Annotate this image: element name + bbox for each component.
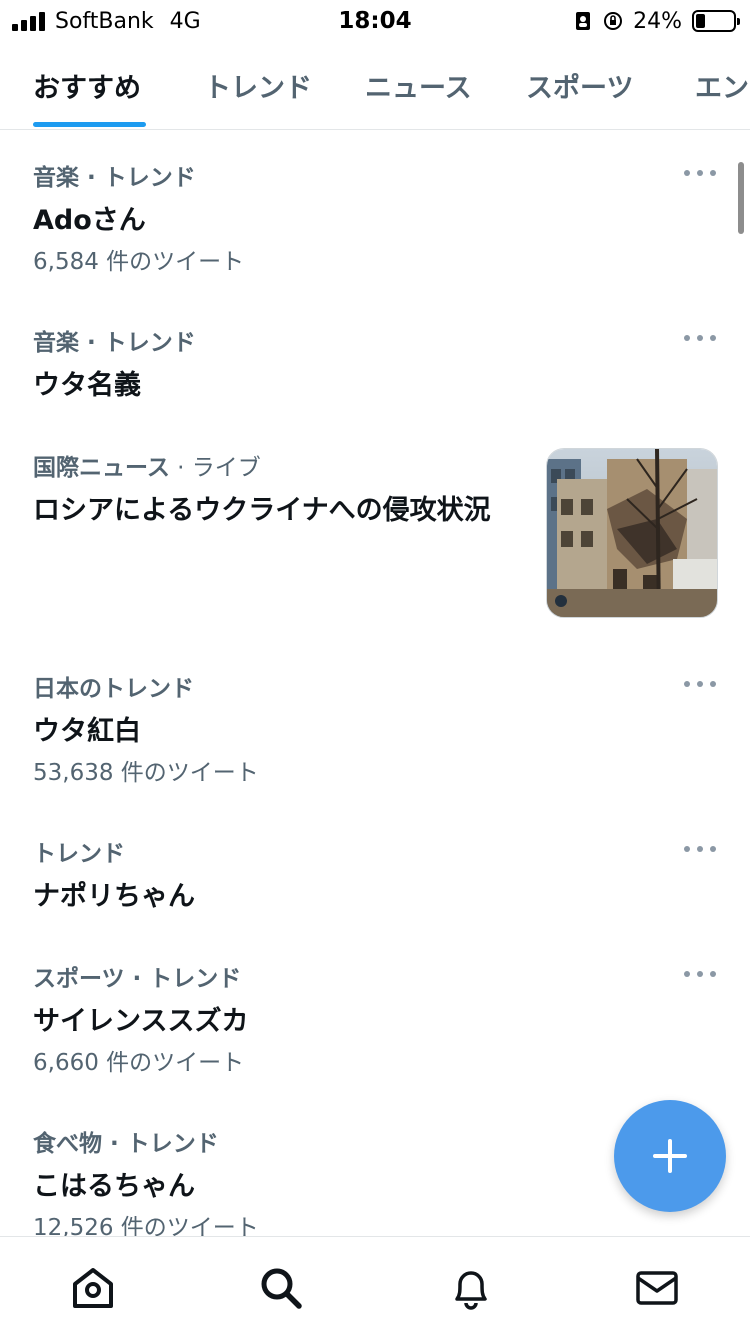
tab-sports[interactable]: スポーツ [526,66,633,105]
scroll-indicator[interactable] [738,162,744,234]
trend-category: 音楽 · トレンド [33,330,196,356]
news-category: 国際ニュース · ライブ [33,448,261,482]
trend-title: ウタ紅白 [33,716,141,747]
search-icon [261,1268,302,1309]
trend-title: ウタ名義 [33,370,141,401]
trend-item[interactable]: 日本のトレンド ウタ紅白 53,638 件のツイート [0,641,750,791]
news-category-label: 国際ニュース [33,455,170,481]
nav-search[interactable] [258,1265,304,1311]
battery-icon [692,10,740,32]
more-options-icon[interactable] [684,167,716,179]
trend-item[interactable]: 音楽 · トレンド ウタ名義 [0,295,750,405]
trend-tweet-count: 6,660 件のツイート [33,1050,245,1076]
id-card-icon [576,12,591,30]
trend-category: スポーツ · トレンド [33,966,242,992]
more-options-icon[interactable] [684,332,716,344]
news-thumbnail-image[interactable] [546,448,718,618]
home-icon [73,1268,113,1308]
bottom-navigation [0,1236,750,1334]
compose-tweet-button[interactable] [614,1100,726,1212]
battery-percent: 24% [633,8,682,34]
trend-item[interactable]: トレンド ナポリちゃん [0,806,750,916]
status-right: 24% [573,6,740,36]
tab-trends[interactable]: トレンド [204,66,312,105]
battery-fill [696,14,705,28]
more-options-icon[interactable] [684,678,716,690]
tab-entertainment[interactable]: エン [695,66,749,105]
more-options-icon[interactable] [684,843,716,855]
trend-tweet-count: 53,638 件のツイート [33,760,259,786]
news-title: ロシアによるウクライナへの侵攻状況 [33,495,491,526]
mail-icon [636,1271,678,1305]
trend-category: 日本のトレンド [33,676,194,702]
trend-tweet-count: 6,584 件のツイート [33,249,245,275]
trend-title: Adoさん [33,205,146,236]
trend-title: こはるちゃん [33,1171,195,1202]
plus-icon [653,1139,687,1173]
news-live-label: · ライブ [169,455,261,481]
trend-item[interactable]: スポーツ · トレンド サイレンススズカ 6,660 件のツイート [0,931,750,1081]
trend-category: 音楽 · トレンド [33,165,196,191]
tab-news[interactable]: ニュース [365,66,472,105]
tab-active-indicator [33,122,146,127]
explore-tabs: おすすめ トレンド ニュース スポーツ エン [0,42,750,130]
nav-notifications[interactable] [448,1265,494,1311]
nav-messages[interactable] [634,1265,680,1311]
trend-title: ナポリちゃん [33,881,195,912]
more-options-icon[interactable] [684,968,716,980]
trend-tweet-count: 12,526 件のツイート [33,1215,259,1236]
bell-icon [455,1271,487,1310]
trend-item[interactable]: 音楽 · トレンド Adoさん 6,584 件のツイート [0,130,750,280]
trend-category: 食べ物 · トレンド [33,1131,219,1157]
status-bar: SoftBank 4G 18:04 24% [0,0,750,42]
tab-recommended[interactable]: おすすめ [33,66,141,105]
nav-home[interactable] [70,1265,116,1311]
trend-category: トレンド [33,841,125,867]
trend-title: サイレンススズカ [33,1006,249,1037]
orientation-lock-icon [604,12,623,30]
